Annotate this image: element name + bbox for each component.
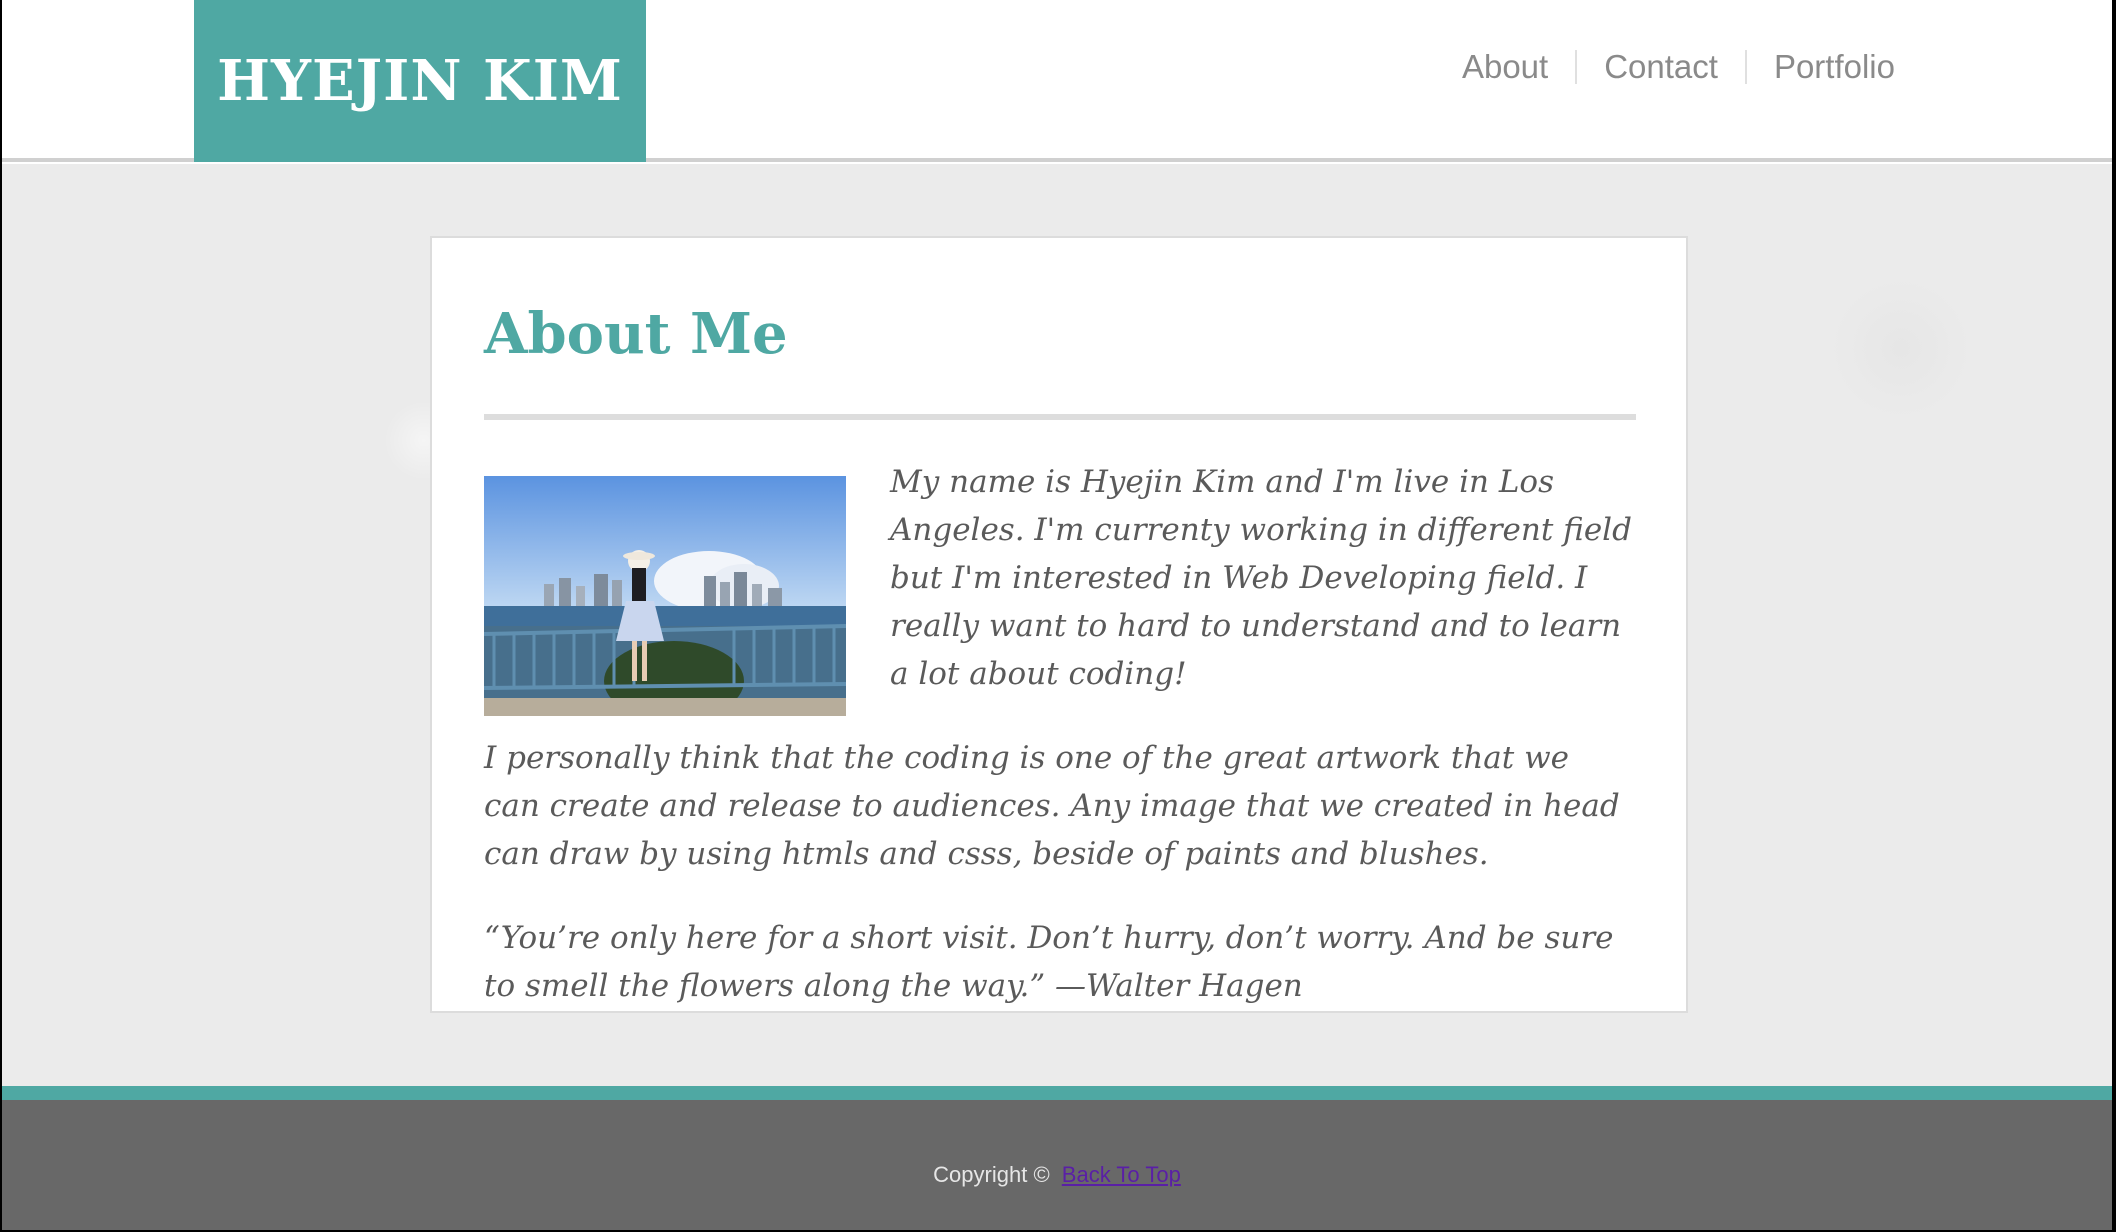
nav-link-about[interactable]: About (1435, 48, 1575, 86)
nav-link-portfolio[interactable]: Portfolio (1747, 48, 1922, 86)
about-text: My name is Hyejin Kim and I'm live in Lo… (484, 458, 1634, 1010)
browser-viewport: HYEJIN KIM About Contact Portfolio About… (2, 0, 2112, 1230)
main-nav: About Contact Portfolio (1435, 48, 1922, 86)
footer-copyright: Copyright © Back To Top (933, 1162, 1181, 1188)
nav-link-contact[interactable]: Contact (1577, 48, 1745, 86)
footer-accent-bar (2, 1086, 2112, 1100)
heading-divider (484, 413, 1636, 420)
about-paragraph: I personally think that the coding is on… (484, 739, 1620, 872)
back-to-top-link[interactable]: Back To Top (1062, 1162, 1181, 1187)
site-header: HYEJIN KIM About Contact Portfolio (2, 0, 2112, 162)
logo-text: HYEJIN KIM (217, 48, 623, 114)
profile-photo (484, 475, 846, 716)
site-logo[interactable]: HYEJIN KIM (194, 0, 646, 162)
page-title: About Me (484, 301, 788, 367)
copyright-text: Copyright © (933, 1162, 1050, 1187)
about-card: About Me My name is Hyejin Kim and I'm l… (430, 236, 1688, 1013)
site-footer: Copyright © Back To Top (2, 1100, 2112, 1230)
page: HYEJIN KIM About Contact Portfolio About… (0, 0, 2116, 1232)
about-quote: “You’re only here for a short visit. Don… (484, 919, 1614, 1004)
main-content-area: About Me My name is Hyejin Kim and I'm l… (2, 164, 2112, 1086)
